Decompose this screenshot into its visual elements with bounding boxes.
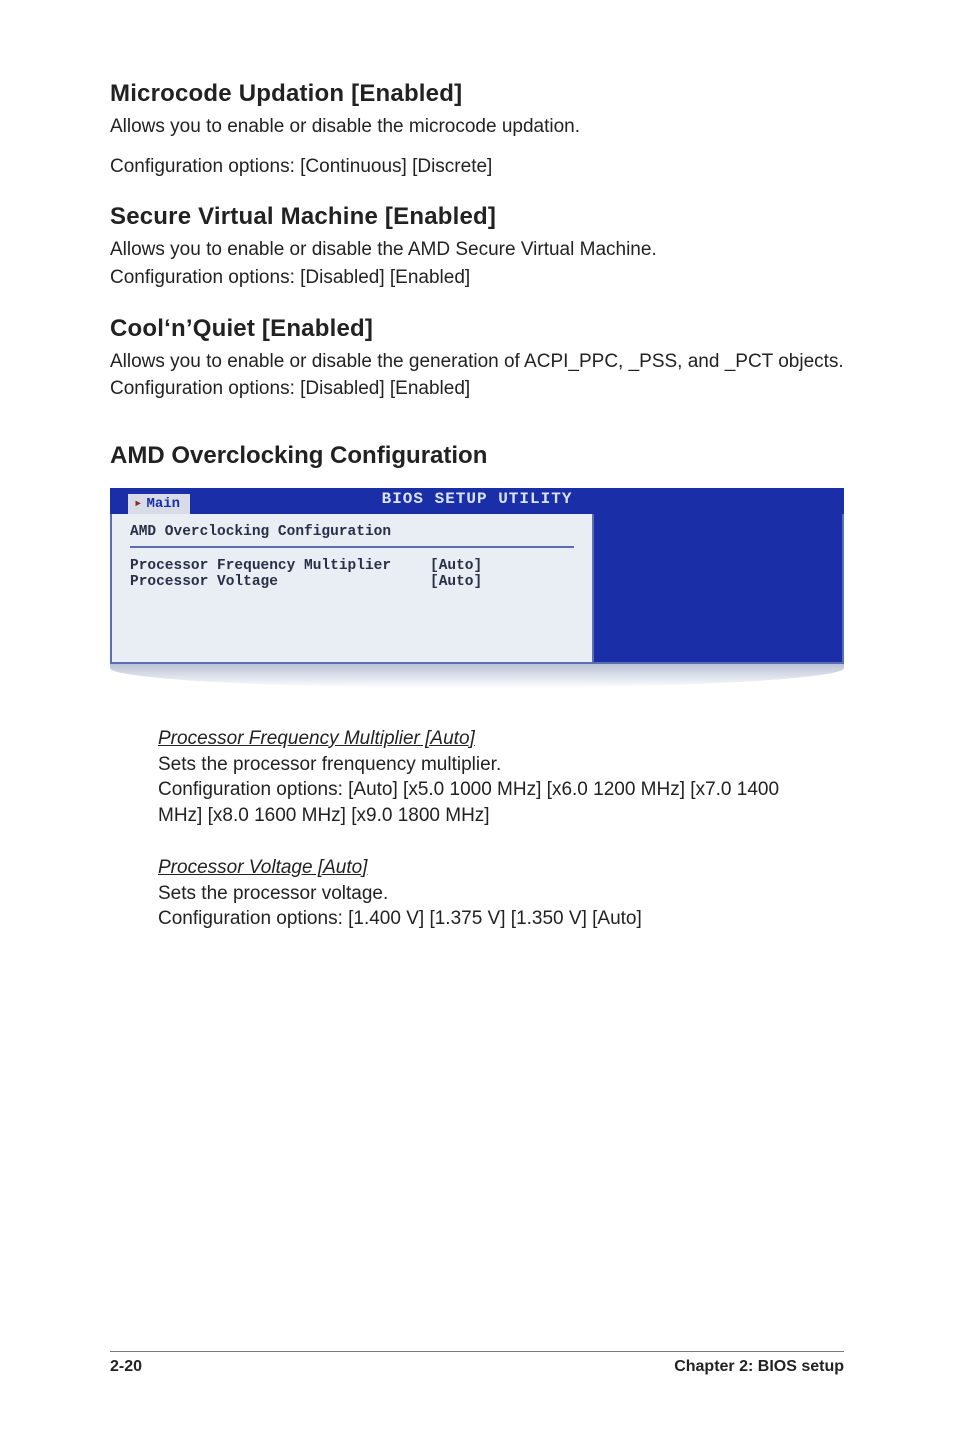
bios-title-text: BIOS SETUP UTILITY	[382, 490, 573, 508]
option-pv-opts: Configuration options: [1.400 V] [1.375 …	[158, 906, 824, 932]
heading-svm: Secure Virtual Machine [Enabled]	[110, 203, 844, 231]
option-pv: Processor Voltage [Auto] Sets the proces…	[158, 857, 824, 932]
bios-title-bar: BIOS SETUP UTILITY ▸Main	[110, 488, 844, 514]
bios-row-key: Processor Voltage	[130, 574, 430, 590]
option-pv-desc: Sets the processor voltage.	[158, 881, 824, 907]
footer-page-number: 2-20	[110, 1358, 142, 1376]
option-details: Processor Frequency Multiplier [Auto] Se…	[158, 728, 824, 932]
bios-left-panel: AMD Overclocking Configuration Processor…	[110, 514, 594, 664]
section-cnq: Cool‘n’Quiet [Enabled] Allows you to ena…	[110, 315, 844, 402]
bios-row: Processor Frequency Multiplier [Auto]	[130, 558, 574, 574]
caret-icon: ▸	[134, 496, 142, 512]
section-microcode: Microcode Updation [Enabled] Allows you …	[110, 80, 844, 179]
bios-right-panel	[594, 514, 844, 664]
bios-row: Processor Voltage [Auto]	[130, 574, 574, 590]
bios-divider	[130, 546, 574, 548]
option-pfm: Processor Frequency Multiplier [Auto] Se…	[158, 728, 824, 829]
footer-row: 2-20 Chapter 2: BIOS setup	[110, 1358, 844, 1376]
bios-screenshot: BIOS SETUP UTILITY ▸Main AMD Overclockin…	[110, 488, 844, 688]
option-pfm-head: Processor Frequency Multiplier [Auto]	[158, 728, 824, 750]
bios-tab-main: ▸Main	[128, 494, 190, 514]
bios-row-key: Processor Frequency Multiplier	[130, 558, 430, 574]
heading-amdoc: AMD Overclocking Configuration	[110, 442, 844, 470]
bios-row-val: [Auto]	[430, 558, 482, 574]
footer-chapter: Chapter 2: BIOS setup	[674, 1358, 844, 1376]
text-microcode-desc: Allows you to enable or disable the micr…	[110, 114, 844, 140]
bios-bottom-fade	[110, 664, 844, 688]
page-footer: 2-20 Chapter 2: BIOS setup	[0, 1351, 954, 1376]
page: Microcode Updation [Enabled] Allows you …	[0, 0, 954, 1438]
text-cnq-desc: Allows you to enable or disable the gene…	[110, 349, 844, 375]
text-svm-desc: Allows you to enable or disable the AMD …	[110, 237, 844, 263]
option-pv-head: Processor Voltage [Auto]	[158, 857, 824, 879]
bios-body: AMD Overclocking Configuration Processor…	[110, 514, 844, 664]
text-cnq-opts: Configuration options: [Disabled] [Enabl…	[110, 376, 844, 402]
option-pfm-opts: Configuration options: [Auto] [x5.0 1000…	[158, 777, 824, 828]
bios-row-val: [Auto]	[430, 574, 482, 590]
bios-panel-title: AMD Overclocking Configuration	[130, 524, 574, 540]
option-pfm-desc: Sets the processor frenquency multiplier…	[158, 752, 824, 778]
bios-tab-label: Main	[146, 496, 180, 512]
text-svm-opts: Configuration options: [Disabled] [Enabl…	[110, 265, 844, 291]
text-microcode-opts: Configuration options: [Continuous] [Dis…	[110, 154, 844, 180]
heading-cnq: Cool‘n’Quiet [Enabled]	[110, 315, 844, 343]
heading-microcode: Microcode Updation [Enabled]	[110, 80, 844, 108]
footer-divider	[110, 1351, 844, 1352]
section-svm: Secure Virtual Machine [Enabled] Allows …	[110, 203, 844, 290]
